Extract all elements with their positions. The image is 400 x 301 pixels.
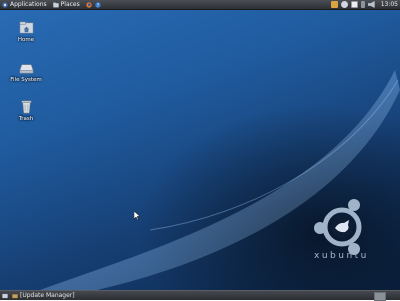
desktop-background[interactable]: Applications Places ? 13:05 Home File Sy… — [0, 0, 400, 301]
mouse-cursor-icon — [134, 211, 140, 220]
update-manager-icon — [12, 293, 18, 298]
show-desktop-icon — [2, 293, 8, 298]
bottom-panel: [Update Manager] — [0, 290, 400, 301]
taskbar-item-label: [Update Manager] — [20, 292, 75, 299]
show-desktop-button[interactable] — [2, 293, 8, 299]
taskbar-item-update-manager[interactable]: [Update Manager] — [12, 292, 75, 299]
xubuntu-brand-text: xubuntu — [314, 251, 369, 261]
